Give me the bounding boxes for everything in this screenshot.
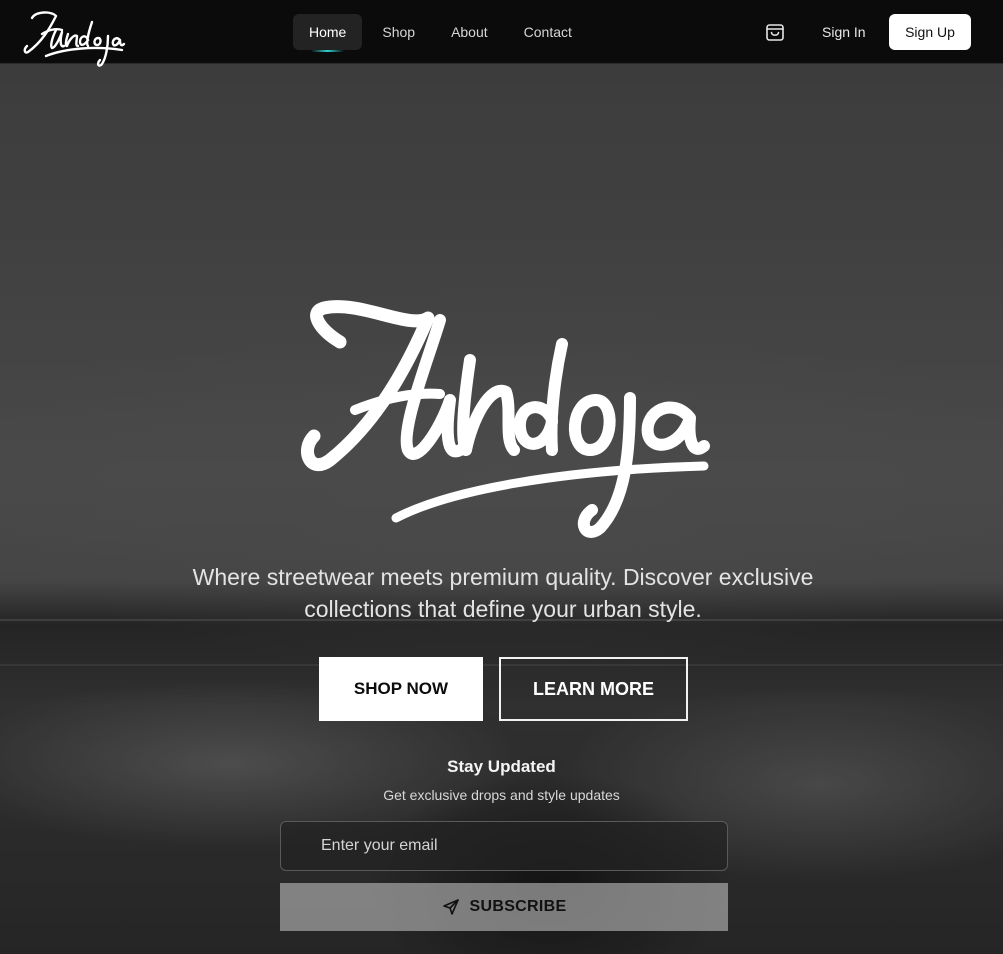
shopping-bag-icon xyxy=(766,24,784,41)
send-icon xyxy=(442,899,459,915)
sign-in-link[interactable]: Sign In xyxy=(808,14,880,50)
learn-more-button[interactable]: LEARN MORE xyxy=(499,657,688,721)
newsletter-subtitle: Get exclusive drops and style updates xyxy=(383,787,620,803)
nav-link-shop[interactable]: Shop xyxy=(366,14,431,50)
nav-link-about[interactable]: About xyxy=(435,14,504,50)
subscribe-button[interactable]: SUBSCRIBE xyxy=(280,883,728,931)
subscribe-label: SUBSCRIBE xyxy=(469,898,567,915)
nav-link-home[interactable]: Home xyxy=(293,14,363,52)
hundoja-logo-icon xyxy=(23,11,126,67)
hero-tagline: Where streetwear meets premium quality. … xyxy=(150,561,856,625)
shop-now-button[interactable]: SHOP NOW xyxy=(319,657,483,721)
sign-up-button[interactable]: Sign Up xyxy=(889,14,971,50)
brand-logo[interactable] xyxy=(22,8,126,70)
hundoja-wordmark-icon xyxy=(301,300,710,538)
newsletter-title: Stay Updated xyxy=(447,757,556,776)
main-nav: Home Shop About Contact xyxy=(293,14,588,52)
hero-logo xyxy=(300,300,710,540)
tagline-line-2: collections that define your urban style… xyxy=(304,596,702,622)
tagline-line-1: Where streetwear meets premium quality. … xyxy=(192,564,814,590)
email-input[interactable] xyxy=(280,821,728,871)
cart-button[interactable] xyxy=(762,19,788,45)
top-navbar: Home Shop About Contact Sign In Sign Up xyxy=(0,0,1003,67)
nav-link-contact[interactable]: Contact xyxy=(508,14,588,50)
